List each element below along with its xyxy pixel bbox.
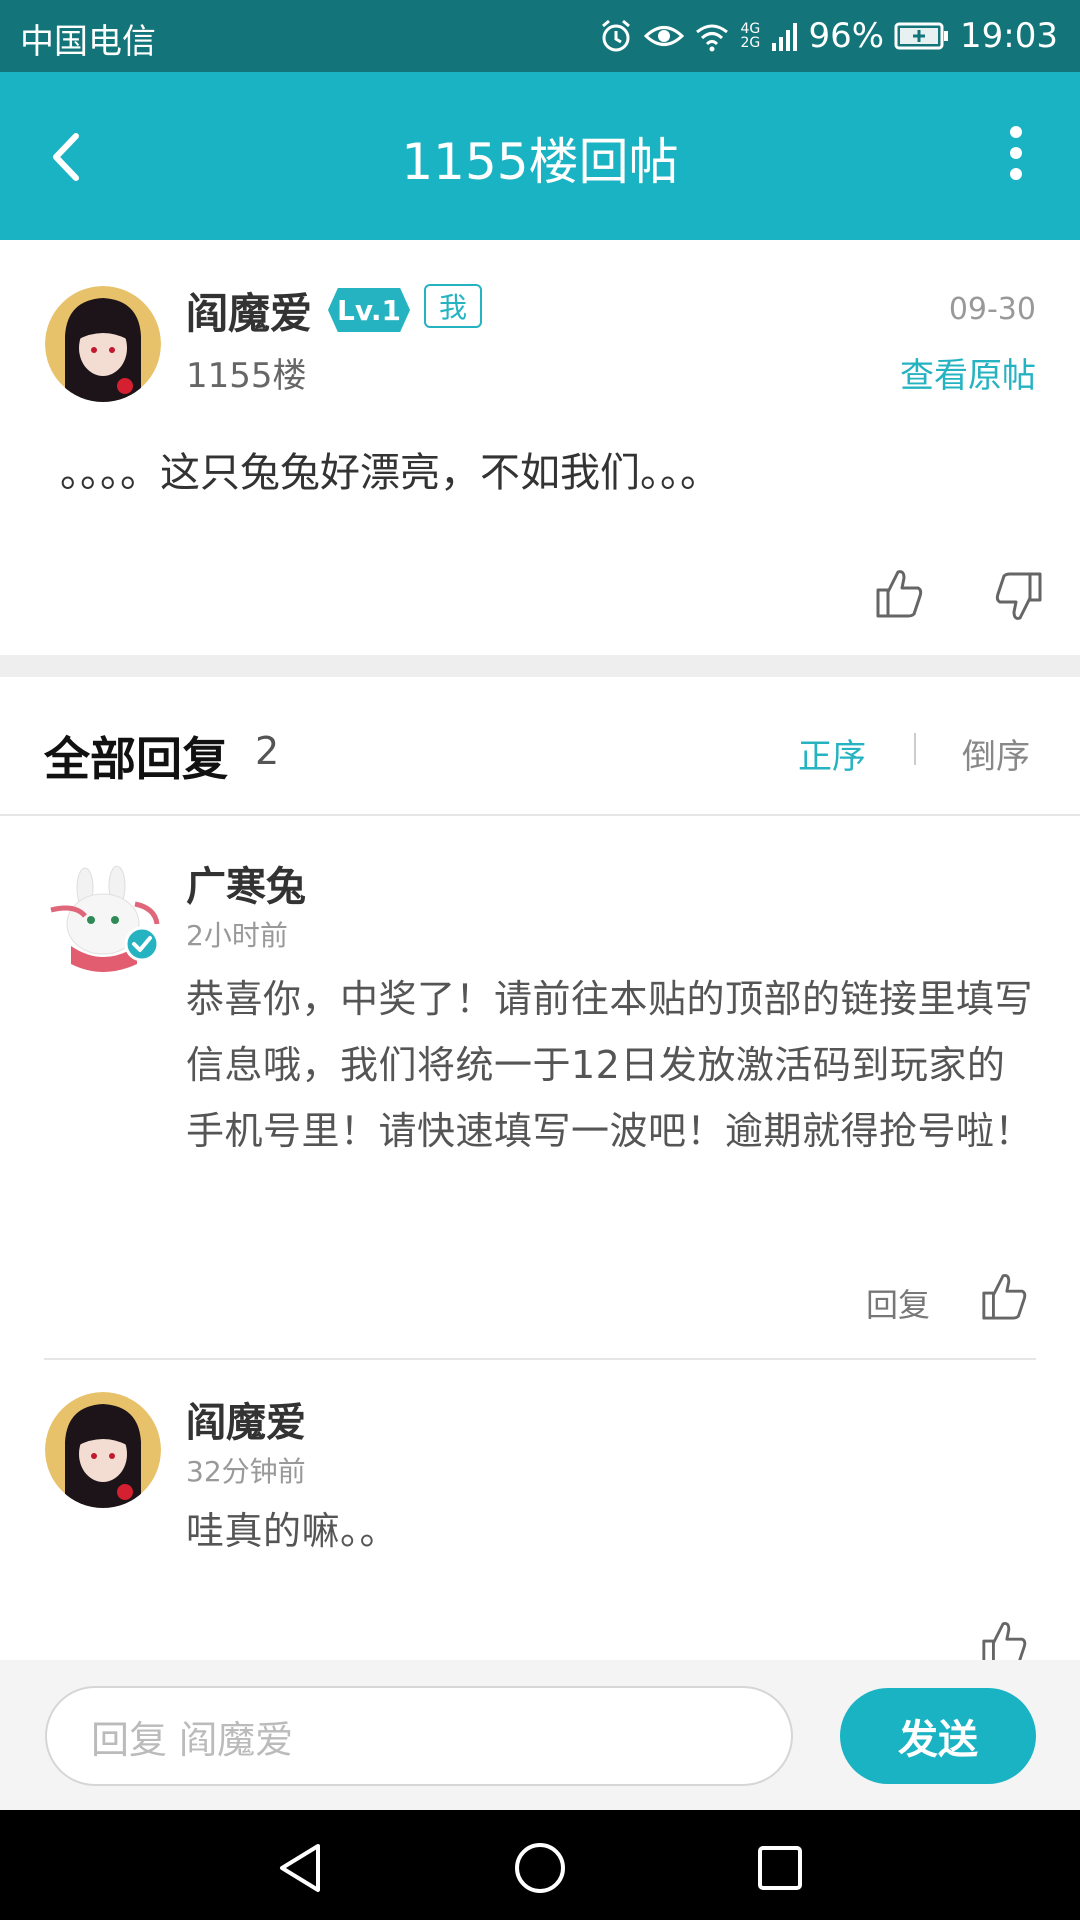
reply-username[interactable]: 广寒兔 [186,854,306,912]
signal-icon [772,23,798,51]
floor-number: 1155楼 [186,356,307,396]
sort-descending-tab[interactable]: 倒序 [962,729,1030,778]
network-type: 4G 2G [740,21,761,51]
thumbs-up-icon[interactable] [874,566,924,620]
replies-title: 全部回复 [44,732,228,786]
nav-home-icon[interactable] [512,1840,568,1896]
reply-username[interactable]: 阎魔爱 [186,1390,306,1448]
post-date: 09-30 [948,292,1036,327]
thumbs-down-icon[interactable] [994,570,1044,624]
avatar-image [45,286,161,402]
reply-item: 阎魔爱 32分钟前 哇真的嘛。。 [0,1360,1080,1660]
rabbit-avatar-image [45,864,161,980]
battery-percent: 96% [808,16,885,56]
carrier-label: 中国电信 [20,22,156,62]
more-vert-icon[interactable] [986,118,1046,188]
reply-time: 32分钟前 [186,1455,306,1488]
original-post: 阎魔爱 Lv.1 我 09-30 1155楼 查看原帖 。。。。这只兔兔好漂亮，… [0,240,1080,655]
post-content: 。。。。这只兔兔好漂亮，不如我们。。。 [60,450,720,496]
replies-header: 全部回复 2 正序 倒序 [0,677,1080,816]
me-badge: 我 [424,284,482,328]
level-badge: Lv.1 [328,288,410,332]
view-original-link[interactable]: 查看原帖 [900,348,1036,397]
verified-badge-icon [124,926,160,962]
reply-text: 哇真的嘛。。 [186,1509,399,1553]
avatar[interactable] [45,1392,161,1508]
clock: 19:03 [960,16,1058,56]
reply-input[interactable]: 回复 阎魔爱 [45,1686,793,1786]
status-bar: 中国电信 4G 2G 96% 19:03 [0,0,1080,72]
nav-back-icon[interactable] [272,1840,328,1896]
replies-count: 2 [255,729,280,773]
status-icons: 4G 2G 96% 19:03 [598,12,1058,60]
thumbs-up-icon[interactable] [980,1618,1028,1660]
reply-time: 2小时前 [186,919,288,952]
thumbs-up-icon[interactable] [980,1270,1028,1322]
post-username[interactable]: 阎魔爱 [186,280,312,341]
avatar-image [45,1392,161,1508]
app-bar: 1155楼回帖 [0,72,1080,240]
send-button[interactable]: 发送 [840,1688,1036,1784]
eye-icon [644,26,685,46]
alarm-icon [602,19,631,52]
section-divider [0,655,1080,677]
avatar[interactable] [45,286,161,402]
sort-divider [914,733,916,765]
reply-button[interactable]: 回复 [866,1280,930,1326]
sort-ascending-tab[interactable]: 正序 [798,729,866,778]
reply-text: 恭喜你，中奖了！请前往本贴的顶部的链接里填写信息哦，我们将统一于12日发放激活码… [186,977,1034,1153]
battery-charging-icon [894,22,949,50]
wifi-icon [696,24,729,52]
avatar[interactable] [45,864,161,980]
nav-recents-icon[interactable] [752,1840,808,1896]
page-title: 1155楼回帖 [401,133,679,191]
reply-input-bar: 回复 阎魔爱 发送 [0,1660,1080,1810]
reply-item: 广寒兔 2小时前 恭喜你，中奖了！请前往本贴的顶部的链接里填写信息哦，我们将统一… [0,814,1080,1360]
system-navigation-bar [0,1810,1080,1920]
